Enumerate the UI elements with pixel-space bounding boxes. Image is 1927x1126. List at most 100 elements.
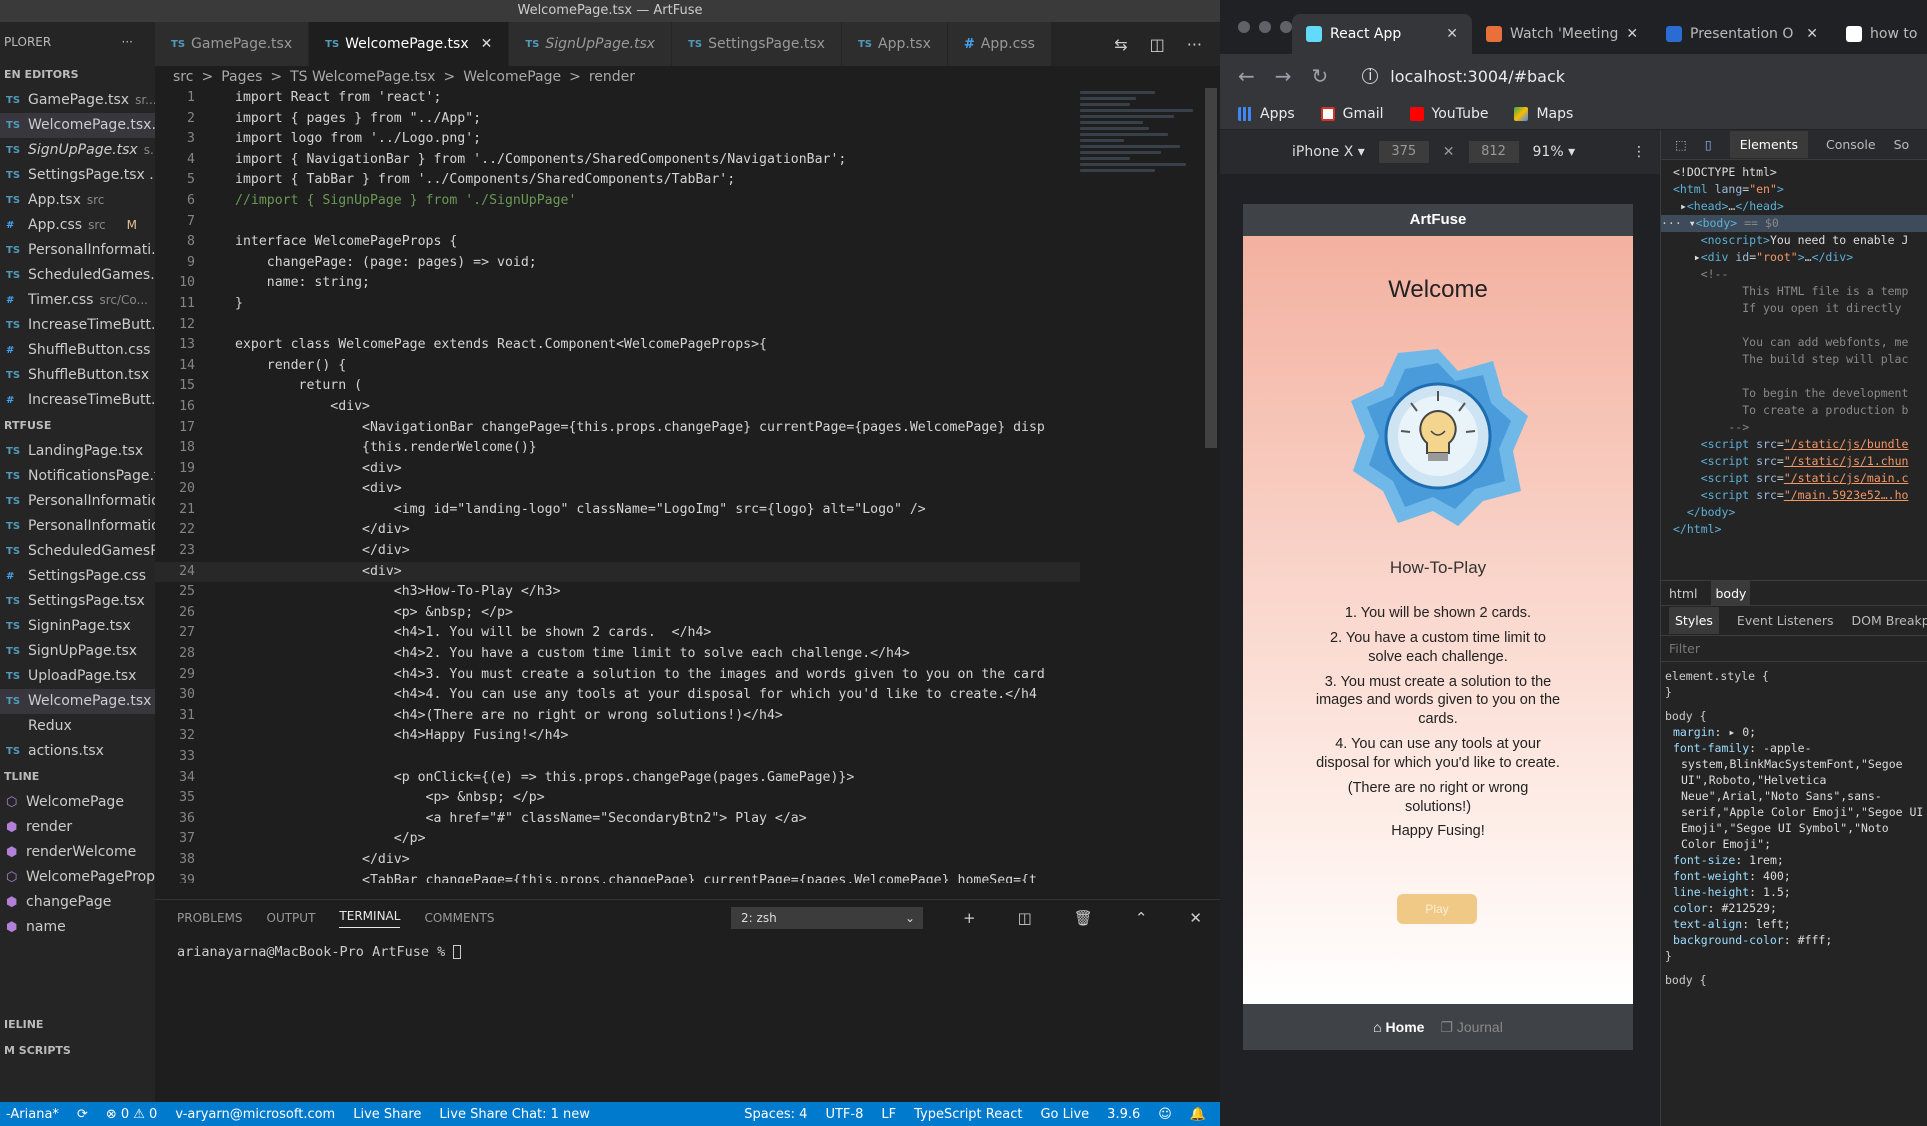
device-select[interactable]: iPhone X ▾ [1292, 144, 1365, 160]
code-line[interactable]: 9 changePage: (page: pages) => void; [155, 253, 1080, 274]
height-input[interactable]: 812 [1468, 141, 1519, 163]
file-tree-item[interactable]: TS NotificationsPage.t... [0, 464, 155, 489]
code-line[interactable]: 27 <h4>1. You will be shown 2 cards. </h… [155, 623, 1080, 644]
code-line[interactable]: 29 <h4>3. You must create a solution to … [155, 665, 1080, 686]
code-line[interactable]: 3 import logo from '../Logo.png'; [155, 129, 1080, 150]
terminal-select[interactable]: 2: zsh ⌄ [731, 907, 924, 929]
tab-problems[interactable]: PROBLEMS [177, 911, 243, 925]
code-line[interactable]: 11} [155, 294, 1080, 315]
editor-tab[interactable]: TS SettingsPage.tsx [672, 22, 842, 66]
code-line[interactable]: 1 import React from 'react'; [155, 88, 1080, 109]
css-declaration[interactable]: font-weight: 400; [1661, 868, 1927, 884]
breadcrumb-item[interactable]: WelcomePage [463, 66, 561, 88]
breadcrumb-item[interactable]: src [173, 66, 193, 88]
code-line[interactable]: 31 <h4>(There are no right or wrong solu… [155, 706, 1080, 727]
browser-tab[interactable]: how to [1832, 14, 1927, 54]
file-tree-item[interactable]: TS ScheduledGamesP... [0, 539, 155, 564]
chevron-up-icon[interactable]: ⌃ [1135, 909, 1148, 927]
file-tree-item[interactable]: TS SettingsPage.tsx [0, 589, 155, 614]
go-live-status[interactable]: Go Live [1040, 1107, 1089, 1122]
browser-tab[interactable]: React App ✕ [1292, 14, 1472, 54]
css-declaration[interactable]: text-align: left; [1661, 916, 1927, 932]
file-tree-item[interactable]: TS UploadPage.tsx [0, 664, 155, 689]
code-line[interactable]: 24 <div> [155, 561, 1080, 583]
outline-item[interactable]: ⬡ WelcomePage [0, 790, 155, 815]
tab-sources[interactable]: So [1894, 137, 1910, 152]
open-editor-item[interactable]: TS IncreaseTimeButt... [0, 313, 155, 338]
code-line[interactable]: 34 <p onClick={(e) => this.props.changeP… [155, 768, 1080, 789]
file-tree-item[interactable]: TS SignUpPage.tsx [0, 639, 155, 664]
css-declaration[interactable]: font-family: -apple-system,BlinkMacSyste… [1661, 740, 1927, 852]
npm-scripts-header[interactable]: M SCRIPTS [0, 1038, 155, 1064]
close-window-button[interactable] [1238, 21, 1250, 33]
code-line[interactable]: 37 </p> [155, 829, 1080, 850]
code-line[interactable]: 16 <div> [155, 397, 1080, 418]
css-declaration[interactable]: color: #212529; [1661, 900, 1927, 916]
code-line[interactable]: 12 [155, 315, 1080, 336]
open-editor-item[interactable]: TS SettingsPage.tsx ... [0, 163, 155, 188]
play-button[interactable]: Play [1397, 894, 1477, 924]
nav-journal[interactable]: ❐ Journal [1440, 1019, 1502, 1036]
new-terminal-icon[interactable]: + [963, 909, 976, 927]
code-line[interactable]: 17 <NavigationBar changePage={this.props… [155, 418, 1080, 439]
css-declaration[interactable]: line-height: 1.5; [1661, 884, 1927, 900]
css-declaration[interactable]: background-color: #fff; [1661, 932, 1927, 948]
file-tree-item[interactable]: TS PersonalInformatio... [0, 514, 155, 539]
account-status[interactable]: v-aryarn@microsoft.com [175, 1107, 335, 1122]
code-line[interactable]: 30 <h4>4. You can use any tools at your … [155, 685, 1080, 706]
tab-console[interactable]: Console [1826, 137, 1876, 152]
feedback-icon[interactable]: ☺ [1158, 1107, 1172, 1122]
open-editor-item[interactable]: # Timer.css src/Co... [0, 288, 155, 313]
open-editors-header[interactable]: EN EDITORS [0, 62, 155, 88]
code-editor[interactable]: 1 import React from 'react'; 2 import { pag… [155, 88, 1080, 883]
ts-version-status[interactable]: 3.9.6 [1107, 1107, 1140, 1122]
code-line[interactable]: 26 <p> &nbsp; </p> [155, 603, 1080, 624]
code-line[interactable]: 39 <TabBar changePage={this.props.change… [155, 871, 1080, 883]
code-line[interactable]: 33 [155, 747, 1080, 768]
branch-status[interactable]: -Ariana* [6, 1107, 59, 1122]
outline-item[interactable]: ⬢ renderWelcome [0, 840, 155, 865]
minimap[interactable] [1080, 88, 1205, 228]
code-line[interactable]: 8 interface WelcomePageProps { [155, 232, 1080, 253]
tab-event-listeners[interactable]: Event Listeners [1737, 613, 1834, 628]
inspect-element-icon[interactable]: ⬚ [1675, 137, 1687, 152]
trash-icon[interactable]: 🗑 [1074, 909, 1093, 927]
tab-elements[interactable]: Elements [1729, 131, 1808, 158]
open-editor-item[interactable]: TS SignUpPage.tsx s... [0, 138, 155, 163]
code-line[interactable]: 13 export class WelcomePage extends React… [155, 335, 1080, 356]
terminal-prompt[interactable]: arianayarna@MacBook-Pro ArtFuse % [177, 944, 462, 960]
tab-styles[interactable]: Styles [1669, 607, 1719, 634]
close-icon[interactable]: ✕ [1806, 26, 1818, 42]
file-tree-item[interactable]: TS PersonalInformatio... [0, 489, 155, 514]
minimize-window-button[interactable] [1259, 21, 1271, 33]
css-declaration[interactable]: font-size: 1rem; [1661, 852, 1927, 868]
code-line[interactable]: 14 render() { [155, 356, 1080, 377]
nav-home[interactable]: ⌂ Home [1373, 1019, 1424, 1035]
open-editor-item[interactable]: TS ShuffleButton.tsx ... [0, 363, 155, 388]
outline-item[interactable]: ⬢ changePage [0, 890, 155, 915]
back-icon[interactable]: ← [1238, 64, 1255, 88]
open-editor-item[interactable]: TS App.tsx src [0, 188, 155, 213]
editor-tab[interactable]: TS SignUpPage.tsx [509, 22, 673, 66]
split-editor-icon[interactable]: ◫ [1150, 35, 1165, 54]
close-icon[interactable]: ✕ [1626, 26, 1638, 42]
styles-filter-input[interactable]: Filter [1661, 636, 1927, 662]
code-line[interactable]: 36 <a href="#" className="SecondaryBtn2"… [155, 809, 1080, 830]
crumb-body[interactable]: body [1711, 581, 1751, 605]
width-input[interactable]: 375 [1378, 141, 1429, 163]
live-share-chat-status[interactable]: Live Share Chat: 1 new [439, 1107, 590, 1122]
file-tree-item[interactable]: TS actions.tsx [0, 739, 155, 764]
live-share-status[interactable]: Live Share [353, 1107, 421, 1122]
code-line[interactable]: 18 {this.renderWelcome()} [155, 438, 1080, 459]
eol-status[interactable]: LF [881, 1107, 896, 1122]
tab-dom-breakpoints[interactable]: DOM Breakp [1852, 613, 1927, 628]
zoom-select[interactable]: 91% ▾ [1533, 144, 1576, 160]
tab-terminal[interactable]: TERMINAL [339, 909, 401, 928]
close-panel-icon[interactable]: ✕ [1189, 909, 1202, 927]
open-editor-item[interactable]: # IncreaseTimeButt... [0, 388, 155, 413]
bookmark-maps[interactable]: Maps [1514, 106, 1573, 122]
outline-header[interactable]: TLINE [0, 764, 155, 790]
open-editor-item[interactable]: TS PersonalInformati... [0, 238, 155, 263]
file-tree-item[interactable]: TS WelcomePage.tsx [0, 689, 155, 714]
code-line[interactable]: 15 return ( [155, 376, 1080, 397]
